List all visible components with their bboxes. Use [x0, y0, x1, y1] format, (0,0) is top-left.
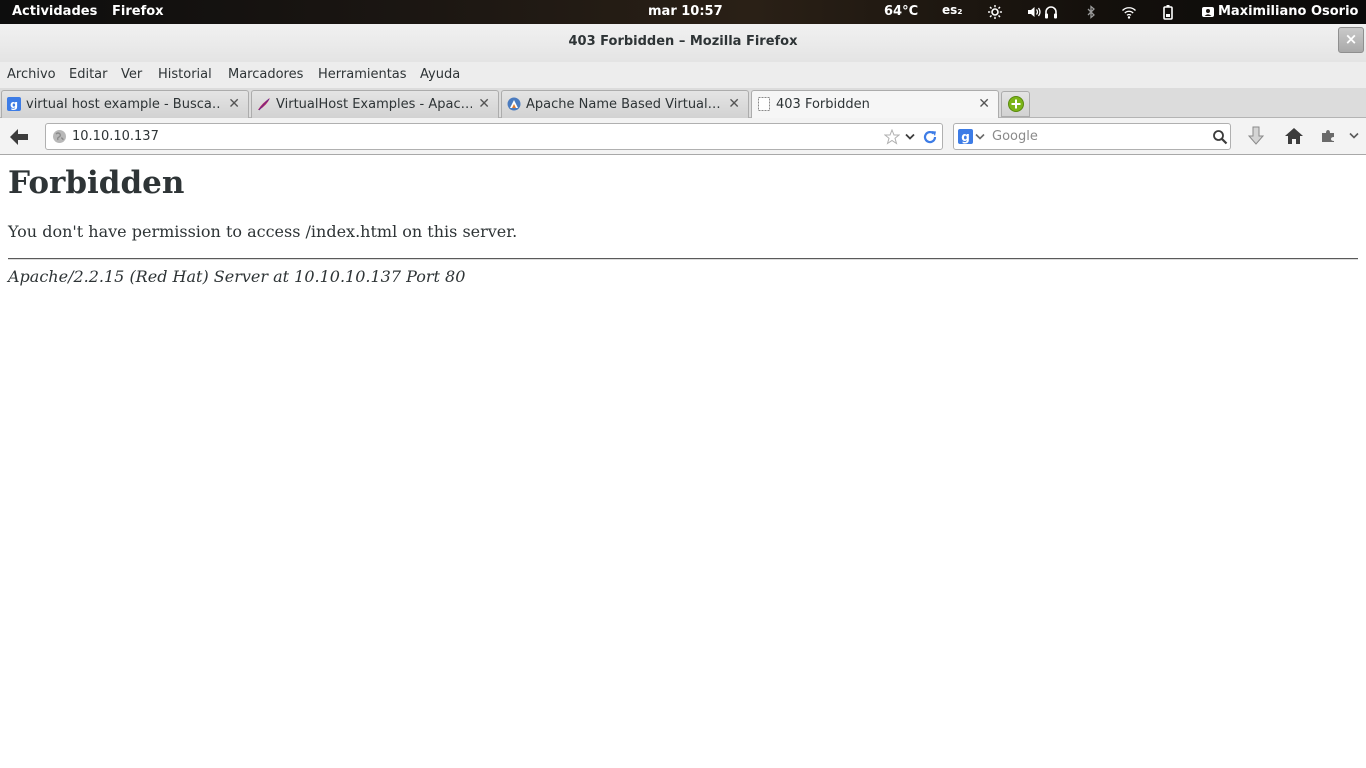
new-tab-button[interactable] [1001, 91, 1030, 117]
menu-herramientas[interactable]: Herramientas [318, 66, 407, 84]
tab-close-icon[interactable]: ✕ [728, 96, 740, 112]
bluetooth-icon[interactable] [1083, 4, 1099, 20]
tab-label: VirtualHost Examples - Apac… [276, 97, 472, 112]
apache-feather-icon [258, 98, 270, 111]
menu-ver[interactable]: Ver [121, 66, 142, 84]
tab-close-icon[interactable]: ✕ [478, 96, 490, 112]
volume-icon[interactable] [1026, 4, 1042, 20]
user-status-icon[interactable] [1200, 4, 1216, 20]
search-engine-chevron-icon[interactable] [975, 133, 985, 141]
tab-403-forbidden[interactable]: 403 Forbidden ✕ [751, 90, 999, 119]
tab-apache-name-based[interactable]: Apache Name Based Virtual… ✕ [501, 90, 749, 118]
temperature-indicator[interactable]: 64°C [884, 3, 918, 21]
chevron-down-icon[interactable] [905, 133, 915, 141]
blank-page-icon [758, 97, 770, 111]
page-content: Forbidden You don't have permission to a… [0, 156, 1366, 768]
menu-marcadores[interactable]: Marcadores [228, 66, 303, 84]
extension-icon[interactable] [1320, 129, 1336, 143]
svg-text:g: g [961, 130, 970, 144]
close-icon: × [1344, 30, 1358, 48]
search-bar[interactable]: g Google [953, 123, 1231, 150]
activities-button[interactable]: Actividades [12, 3, 97, 21]
page-heading: Forbidden [8, 165, 185, 201]
tab-close-icon[interactable]: ✕ [978, 96, 990, 112]
tab-close-icon[interactable]: ✕ [228, 96, 240, 112]
reload-icon[interactable] [922, 129, 938, 145]
brightness-icon[interactable] [987, 4, 1003, 20]
plus-icon [1008, 96, 1024, 112]
keyboard-layout-indicator[interactable]: es₂ [942, 1, 963, 19]
window-close-button[interactable]: × [1338, 27, 1364, 53]
horizontal-rule [8, 258, 1358, 260]
tab-virtualhost-examples[interactable]: VirtualHost Examples - Apac… ✕ [251, 90, 499, 118]
navigation-toolbar: 10.10.10.137 g Google [0, 118, 1366, 155]
window-title: 403 Forbidden – Mozilla Firefox [568, 34, 798, 49]
download-icon[interactable] [1246, 126, 1266, 148]
app-menu-firefox[interactable]: Firefox [112, 3, 164, 21]
menu-editar[interactable]: Editar [69, 66, 108, 84]
clock[interactable]: mar 10:57 [648, 3, 723, 21]
tab-label: virtual host example - Busca… [26, 97, 222, 112]
google-icon: g [7, 97, 21, 111]
svg-text:g: g [10, 98, 18, 111]
search-input[interactable]: Google [992, 129, 1038, 145]
url-bar[interactable]: 10.10.10.137 [45, 123, 943, 150]
window-title-bar[interactable]: 403 Forbidden – Mozilla Firefox × [0, 24, 1366, 62]
site-icon [507, 97, 521, 111]
menu-historial[interactable]: Historial [158, 66, 212, 84]
url-text[interactable]: 10.10.10.137 [72, 129, 159, 145]
user-menu[interactable]: Maximiliano Osorio [1218, 3, 1358, 21]
toolbar-overflow-chevron-icon[interactable] [1349, 132, 1359, 140]
bookmark-star-icon[interactable] [884, 129, 900, 145]
search-icon[interactable] [1212, 129, 1228, 145]
tab-label: Apache Name Based Virtual… [526, 97, 721, 112]
wifi-icon[interactable] [1121, 4, 1137, 20]
battery-icon[interactable] [1160, 4, 1176, 20]
back-arrow-icon[interactable] [8, 127, 30, 147]
tab-google-search[interactable]: g virtual host example - Busca… ✕ [1, 90, 249, 118]
globe-icon[interactable] [52, 129, 67, 144]
error-message: You don't have permission to access /ind… [8, 222, 518, 241]
gnome-top-bar: Actividades Firefox mar 10:57 64°C es₂ M… [0, 0, 1366, 24]
menu-ayuda[interactable]: Ayuda [420, 66, 460, 84]
headphones-icon[interactable] [1043, 4, 1059, 20]
tab-strip: g virtual host example - Busca… ✕ Virtua… [0, 88, 1366, 119]
home-icon[interactable] [1284, 127, 1304, 145]
server-signature: Apache/2.2.15 (Red Hat) Server at 10.10.… [8, 267, 466, 286]
tab-label: 403 Forbidden [776, 97, 870, 112]
google-icon[interactable]: g [958, 129, 973, 144]
menu-archivo[interactable]: Archivo [7, 66, 56, 84]
menu-bar: Archivo Editar Ver Historial Marcadores … [0, 62, 1366, 88]
